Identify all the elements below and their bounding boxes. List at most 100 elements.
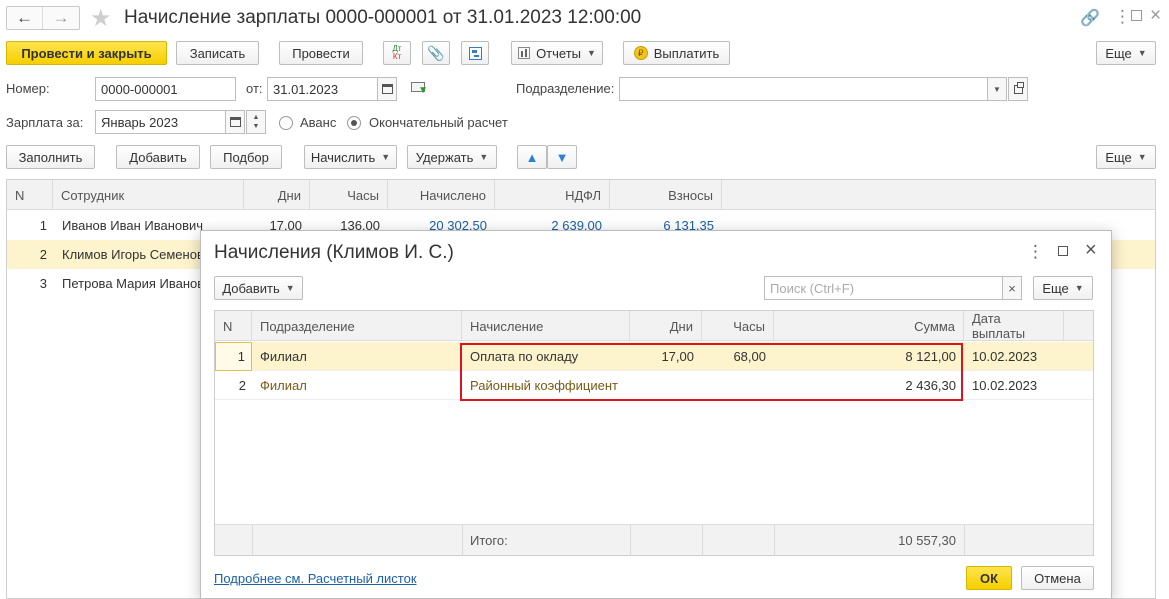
more-button[interactable]: Еще ▼ [1096,41,1156,65]
division-open-button[interactable] [1008,77,1028,101]
col-pay-date[interactable]: Дата выплаты [964,311,1064,341]
date-field[interactable]: 31.01.2023 [267,77,378,101]
payslip-link[interactable]: Подробнее см. Расчетный листок [214,571,417,586]
window-title: Начисление зарплаты 0000-000001 от 31.01… [124,7,642,28]
row-number: 3 [39,276,47,291]
col-accrued[interactable]: Начислено [388,180,495,210]
favorite-star-icon[interactable]: ★ [90,4,112,33]
division-value: Филиал [260,349,307,364]
arrow-down-icon: ▼ [555,149,569,165]
division-dropdown-button[interactable]: ▼ [987,77,1007,101]
menu-dots-icon[interactable]: ⋮ [1027,242,1044,262]
structure-button[interactable] [461,41,489,65]
save-button[interactable]: Записать [176,41,259,65]
accrue-button[interactable]: Начислить ▼ [304,145,397,169]
number-label: Номер: [6,81,50,96]
col-ndfl[interactable]: НДФЛ [495,180,610,210]
more-label: Еще [1042,280,1069,296]
pay-date-value: 10.02.2023 [972,378,1038,393]
period-stepper[interactable]: ▲ ▼ [246,110,266,134]
cancel-button[interactable]: Отмена [1021,566,1094,590]
more-label: Еще [1105,45,1132,61]
move-up-button[interactable]: ▲ [517,145,547,169]
more-label: Еще [1105,149,1132,165]
col-n[interactable]: N [7,180,53,210]
stepper-down-icon[interactable]: ▼ [253,122,260,131]
maximize-icon[interactable] [1131,10,1142,21]
accruals-dialog: Начисления (Климов И. С.) ⋮ × Добавить ▼… [200,230,1112,599]
total-sum: 10 557,30 [898,533,956,548]
radio-final-label: Окончательный расчет [369,115,508,130]
row-number: 1 [215,342,252,371]
post-and-close-button[interactable]: Провести и закрыть [6,41,167,65]
dialog-more-button[interactable]: Еще ▼ [1033,276,1093,300]
radio-final[interactable] [347,116,361,130]
maximize-icon[interactable] [1058,246,1068,256]
ruble-coin-icon: ₽ [633,46,648,60]
back-arrow-icon[interactable]: ← [7,7,43,29]
radio-advance-label: Аванс [300,115,337,130]
dialog-add-button[interactable]: Добавить ▼ [214,276,303,300]
totals-row: Итого: 10 557,30 [215,524,1093,556]
accruals-table: N Подразделение Начисление Дни Часы Сумм… [214,310,1094,556]
radio-advance[interactable] [279,116,293,130]
stepper-up-icon[interactable]: ▲ [253,113,260,122]
chevron-down-icon: ▼ [1074,283,1084,293]
col-sum[interactable]: Сумма [774,311,964,341]
col-hours[interactable]: Часы [702,311,774,341]
menu-dots-icon[interactable]: ⋮ [1114,7,1131,27]
calendar-icon [229,117,241,127]
paperclip-icon: 📎 [427,44,445,61]
reports-label: Отчеты [536,45,581,61]
col-hours[interactable]: Часы [310,180,388,210]
pay-label: Выплатить [653,45,720,61]
accruals-table-header: N Подразделение Начисление Дни Часы Сумм… [215,311,1093,341]
fill-button[interactable]: Заполнить [6,145,95,169]
col-n[interactable]: N [215,311,252,341]
withhold-label: Удержать [415,149,474,165]
post-button[interactable]: Провести [279,41,363,65]
add-button[interactable]: Добавить [116,145,200,169]
division-value: Филиал [260,378,307,393]
ok-button[interactable]: ОК [966,566,1012,590]
col-contrib[interactable]: Взносы [610,180,722,210]
table-more-button[interactable]: Еще ▼ [1096,145,1156,169]
dialog-title: Начисления (Климов И. С.) [214,242,454,263]
withhold-button[interactable]: Удержать ▼ [407,145,497,169]
search-input[interactable]: Поиск (Ctrl+F) [764,276,1003,300]
close-icon[interactable]: × [1150,5,1161,27]
highlight-box [460,343,963,401]
reports-icon [518,47,531,59]
pick-button[interactable]: Подбор [210,145,282,169]
employee-name: Петрова Мария Ивановна [62,276,212,291]
division-field[interactable] [619,77,988,101]
calendar-icon [381,84,393,94]
close-icon[interactable]: × [1085,239,1097,262]
calendar-button[interactable] [377,77,397,101]
dt-kt-button[interactable]: Дт Кт [383,41,411,65]
reports-button[interactable]: Отчеты ▼ [511,41,603,65]
division-label: Подразделение: [516,81,615,96]
attach-button[interactable]: 📎 [422,41,450,65]
col-days[interactable]: Дни [244,180,310,210]
nav-buttons: ← → [6,6,80,30]
search-clear-button[interactable]: × [1002,276,1022,300]
period-calendar-button[interactable] [225,110,245,134]
move-down-button[interactable]: ▼ [547,145,577,169]
main-table-header: N Сотрудник Дни Часы Начислено НДФЛ Взно… [7,180,1155,210]
forward-arrow-icon[interactable]: → [43,7,79,29]
col-employee[interactable]: Сотрудник [53,180,244,210]
col-division[interactable]: Подразделение [252,311,462,341]
add-label: Добавить [222,280,280,296]
col-days[interactable]: Дни [630,311,702,341]
pay-button[interactable]: ₽ Выплатить [623,41,730,65]
salary-period-field[interactable]: Январь 2023 [95,110,226,134]
number-field[interactable]: 0000-000001 [95,77,236,101]
row-number: 2 [238,378,246,393]
chevron-down-icon: ▼ [993,84,1001,94]
col-accrual[interactable]: Начисление [462,311,630,341]
total-label: Итого: [470,533,508,548]
post-status-icon[interactable]: ▼ [411,82,428,96]
accrue-label: Начислить [310,149,376,165]
link-icon[interactable]: 🔗 [1080,8,1100,28]
